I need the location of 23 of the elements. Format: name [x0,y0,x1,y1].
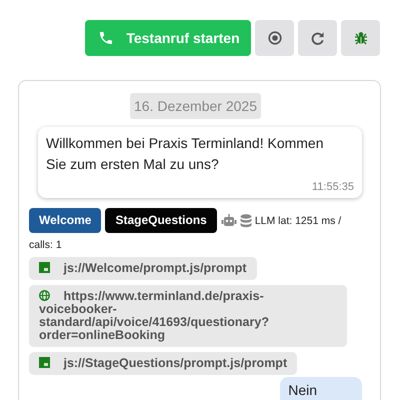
robot-icon [220,214,237,228]
message-text: Willkommen bei Praxis Terminland! Kommen Sie zum ersten Mal zu uns? [46,134,324,174]
reload-icon [310,30,325,46]
bug-icon [354,31,368,45]
date-label: 16. Dezember 2025 [130,93,261,119]
js-file-icon [39,262,50,273]
reload-button[interactable] [298,20,337,56]
js-file-icon [39,357,50,368]
llm-stats: calls: 1 [29,239,62,251]
database-icon [240,214,252,228]
phone-icon [98,30,114,46]
resource-link[interactable]: https://www.terminland.de/praxis-voicebooker-standard/api/voice/41693/questionary?order=onlineBooking [29,285,347,347]
debug-button[interactable] [341,20,380,56]
resource-link[interactable]: js://Welcome/prompt.js/prompt [29,257,257,280]
user-message: Nein [280,377,362,400]
globe-icon [39,290,50,301]
resource-link[interactable]: js://StageQuestions/prompt.js/prompt [29,352,298,375]
stage-tag: Welcome [29,208,102,233]
stop-button[interactable] [255,20,294,56]
message-time: 11:55:35 [310,181,354,193]
llm-stats: LLM lat: 1251 ms / [254,214,342,226]
stop-icon [268,31,282,45]
stage-tag: StageQuestions [105,208,217,233]
